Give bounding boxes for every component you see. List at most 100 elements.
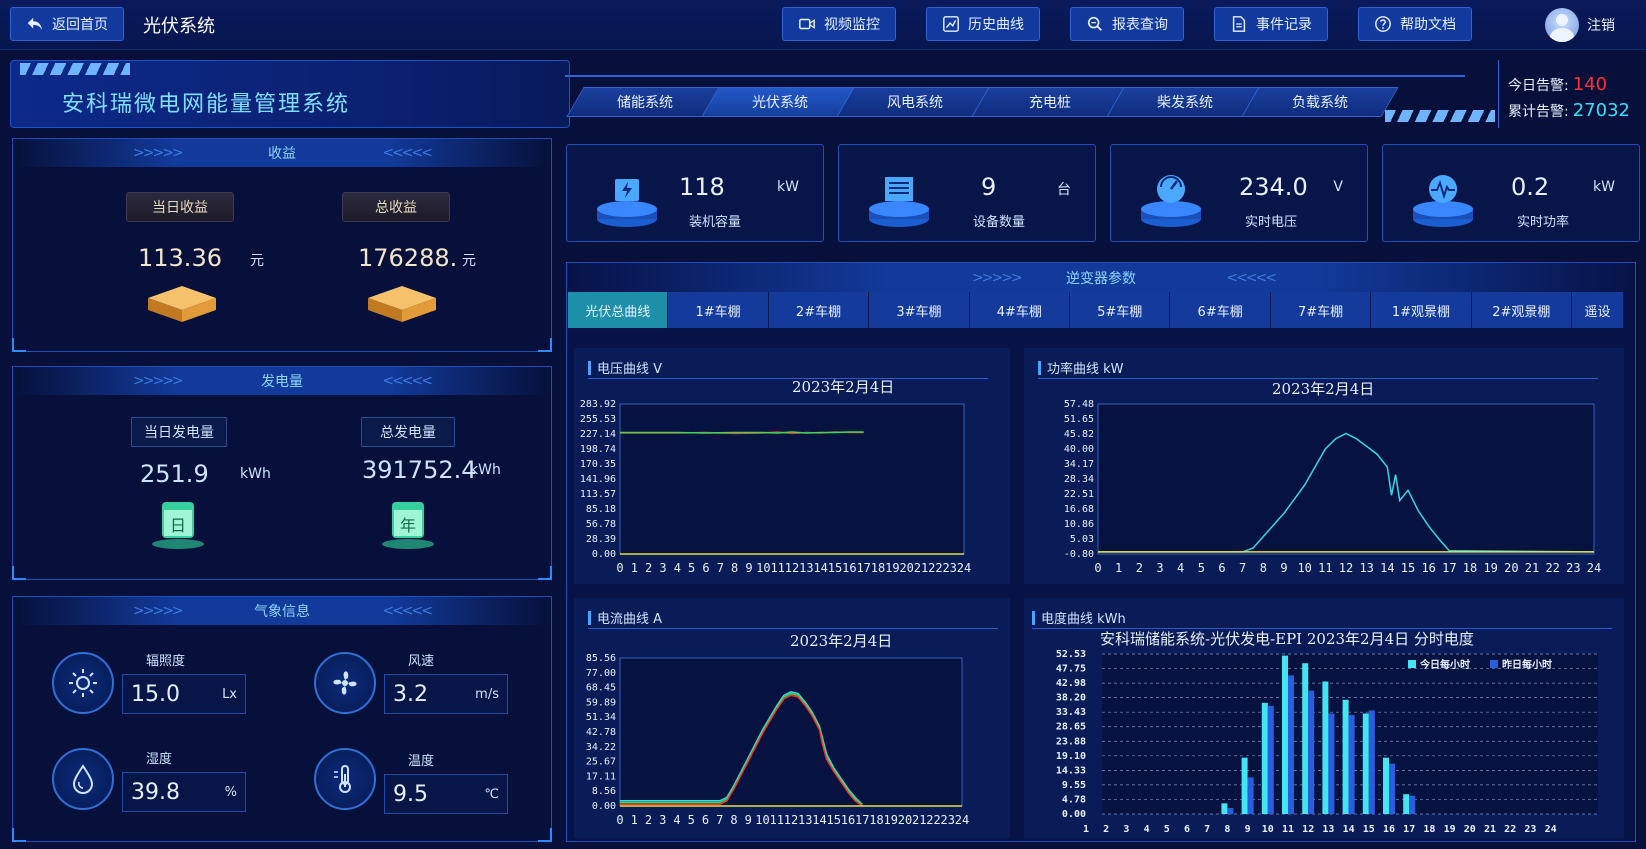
x-tick-label: 0	[1094, 561, 1101, 575]
x-tick-label: 1	[631, 561, 638, 575]
total-revenue-value: 176288.	[358, 244, 458, 272]
help-doc-button[interactable]: 帮助文档	[1358, 7, 1472, 41]
temperature-value-box: 9.5 ℃	[384, 774, 508, 814]
inverter-tab-2[interactable]: 2#车棚	[768, 292, 870, 328]
bar-今日每小时	[1221, 803, 1228, 814]
x-tick-label: 13	[1359, 561, 1373, 575]
x-tick-label: 4	[674, 561, 681, 575]
bar-今日每小时	[1322, 681, 1329, 814]
y-tick-label: 198.74	[580, 444, 616, 455]
x-tick-label: 5	[688, 813, 695, 827]
subtab-load[interactable]: 负载系统	[1241, 87, 1399, 117]
x-tick-label: 15	[1401, 561, 1415, 575]
x-tick-label: 13	[799, 561, 813, 575]
y-tick-label: 255.53	[580, 414, 616, 425]
subtab-line	[565, 75, 1465, 77]
current-chart: 85.56 77.00 68.45 59.89 51.34 42.78 34.22 25.67…	[586, 653, 969, 827]
banner-stripes-right	[1385, 110, 1495, 122]
bar-今日每小时	[1241, 757, 1248, 814]
humidity-value-box: 39.8 %	[122, 772, 246, 812]
inverter-tab-7[interactable]: 7#车棚	[1270, 292, 1372, 328]
event-log-label: 事件记录	[1256, 17, 1312, 33]
x-tick-label: 16	[1383, 824, 1395, 835]
x-tick-label: 16	[842, 561, 856, 575]
video-monitor-button[interactable]: 视频监控	[782, 7, 896, 41]
capacity-unit: kW	[777, 179, 799, 195]
x-tick-label: 15	[1363, 824, 1375, 835]
home-button[interactable]: 返回首页	[10, 7, 124, 41]
subtab-charger[interactable]: 充电桩	[971, 87, 1129, 117]
x-tick-label: 9	[745, 813, 752, 827]
revenue-panel: >>>>> 收益 <<<<<	[12, 138, 552, 352]
y-tick-label: 57.48	[1064, 399, 1094, 410]
x-tick-label: 5	[1198, 561, 1205, 575]
plot-area	[619, 657, 963, 807]
x-tick-label: 24	[955, 813, 969, 827]
avatar	[1545, 8, 1579, 42]
x-tick-label: 18	[1463, 561, 1477, 575]
inverter-tab-5[interactable]: 5#车棚	[1070, 292, 1171, 328]
x-tick-label: 21	[914, 561, 928, 575]
bar-今日每小时	[1302, 663, 1309, 814]
y-tick-label: 0.00	[592, 801, 616, 812]
inverter-tab-0[interactable]: 光伏总曲线	[568, 292, 669, 328]
trend-icon	[943, 16, 959, 32]
power-value: 0.2	[1511, 173, 1550, 201]
y-tick-label: 23.88	[1056, 736, 1086, 747]
kpi-capacity: 118 kW 装机容量	[566, 144, 824, 242]
x-tick-label: 7	[716, 813, 723, 827]
kpi-voltage: 234.0 V 实时电压	[1110, 144, 1368, 242]
report-query-button[interactable]: 报表查询	[1070, 7, 1184, 41]
today-revenue-unit: 元	[250, 253, 264, 269]
y-tick-label: 28.39	[586, 534, 616, 545]
x-tick-label: 18	[1423, 824, 1435, 835]
x-tick-label: 2	[645, 561, 652, 575]
x-tick-label: 1	[631, 813, 638, 827]
bar-昨日每小时	[1227, 807, 1234, 814]
y-tick-label: 28.34	[1064, 474, 1094, 485]
subtab-diesel[interactable]: 柴发系统	[1106, 87, 1264, 117]
today-generation-label: 当日发电量	[131, 417, 227, 447]
y-tick-label: 85.56	[586, 653, 616, 664]
inverter-tab-10[interactable]: 遥设	[1572, 292, 1625, 328]
x-tick-label: 5	[1164, 824, 1170, 835]
inverter-tab-9[interactable]: 2#观景棚	[1471, 292, 1573, 328]
inverter-tab-4[interactable]: 4#车棚	[969, 292, 1071, 328]
y-tick-label: 5.03	[1070, 534, 1094, 545]
total-generation-value: 391752.4	[362, 456, 477, 484]
inverter-header: >>>>> 逆变器参数 <<<<<	[567, 263, 1635, 293]
x-tick-label: 8	[1224, 824, 1230, 835]
irradiance-value-box: 15.0 Lx	[122, 674, 246, 714]
history-curve-button[interactable]: 历史曲线	[926, 7, 1040, 41]
kpi-power: 0.2 kW 实时功率	[1382, 144, 1640, 242]
x-tick-label: 17	[1442, 561, 1456, 575]
subtab-pv[interactable]: 光伏系统	[701, 87, 859, 117]
x-tick-label: 10	[755, 813, 769, 827]
y-tick-label: 68.45	[586, 683, 616, 694]
inverter-tab-8[interactable]: 1#观景棚	[1371, 292, 1472, 328]
thermometer-icon	[314, 748, 376, 810]
x-tick-label: 9	[1280, 561, 1287, 575]
inverter-tab-6[interactable]: 6#车棚	[1170, 292, 1271, 328]
event-log-button[interactable]: 事件记录	[1214, 7, 1328, 41]
y-tick-label: 10.86	[1064, 519, 1094, 530]
bar-今日每小时	[1383, 757, 1389, 814]
inverter-tab-1[interactable]: 1#车棚	[668, 292, 769, 328]
current-chart-title: 电流曲线 A	[588, 608, 662, 627]
total-generation-label: 总发电量	[361, 417, 455, 447]
x-tick-label: 6	[1218, 561, 1225, 575]
bar-昨日每小时	[1328, 713, 1335, 814]
x-tick-label: 20	[1464, 824, 1476, 835]
user-area[interactable]: 注销	[1545, 8, 1615, 42]
inverter-tabs: 光伏总曲线 1#车棚 2#车棚 3#车棚 4#车棚 5#车棚 6#车棚 7#车棚 1#观景棚 2#…	[568, 292, 1625, 328]
subtab-storage[interactable]: 储能系统	[566, 87, 724, 117]
x-tick-label: 20	[1504, 561, 1518, 575]
inverter-tab-3[interactable]: 3#车棚	[869, 292, 970, 328]
page-title: 光伏系统	[143, 16, 215, 37]
logout-link[interactable]: 注销	[1587, 15, 1615, 35]
subtab-wind[interactable]: 风电系统	[836, 87, 994, 117]
current-chart-panel: 电流曲线 A 2023年2月4日 85.56 77.00 68.45 59.89 51.…	[574, 598, 1010, 838]
x-tick-label: 13	[1322, 824, 1334, 835]
video-monitor-label: 视频监控	[824, 17, 880, 33]
bar-昨日每小时	[1267, 705, 1274, 814]
